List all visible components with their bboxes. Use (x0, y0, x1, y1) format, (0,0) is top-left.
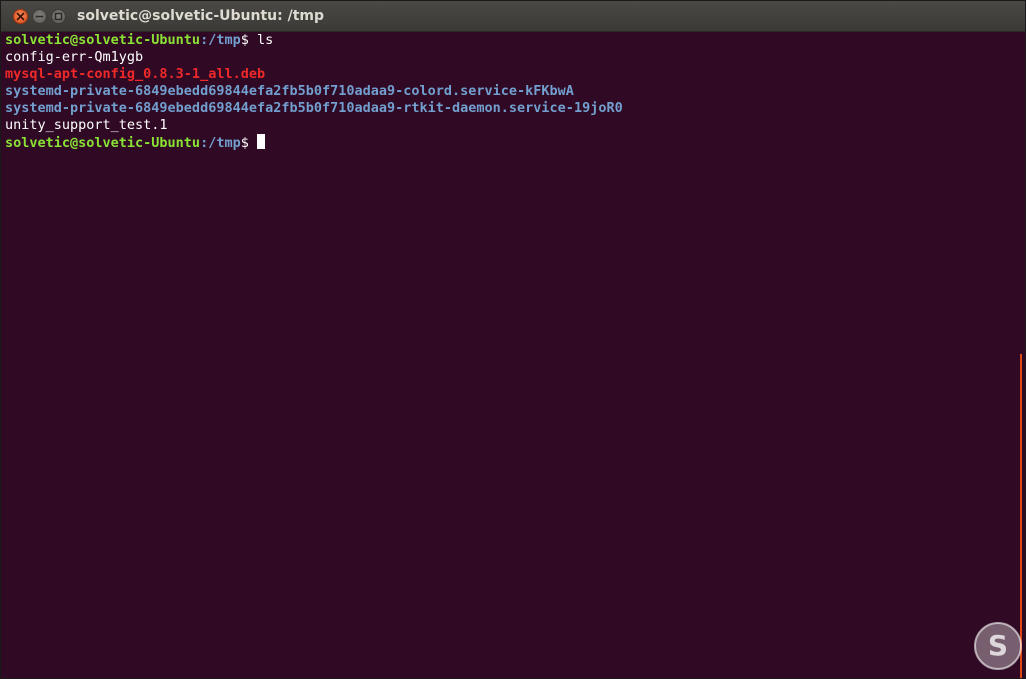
file-entry: unity_support_test.1 (5, 117, 168, 133)
prompt-user-host: solvetic@solvetic-Ubuntu (5, 135, 201, 151)
close-button[interactable] (13, 9, 28, 24)
terminal-window: solvetic@solvetic-Ubuntu: /tmp solvetic@… (0, 0, 1026, 679)
prompt-user-host: solvetic@solvetic-Ubuntu (5, 32, 201, 48)
prompt-path: :/tmp (200, 135, 241, 151)
prompt-sign: $ (240, 32, 257, 48)
file-entry-deb: mysql-apt-config_0.8.3-1_all.deb (5, 66, 266, 82)
minimize-button[interactable] (32, 9, 47, 24)
active-prompt-line[interactable]: solvetic@solvetic-Ubuntu:/tmp$ (5, 134, 1015, 151)
window-title: solvetic@solvetic-Ubuntu: /tmp (77, 8, 325, 24)
watermark-letter: S (988, 629, 1008, 662)
close-icon (16, 12, 25, 21)
terminal-output[interactable]: solvetic@solvetic-Ubuntu:/tmp$ ls config… (5, 32, 1015, 672)
text-cursor (256, 134, 265, 149)
minimize-icon (35, 15, 44, 18)
prompt-path: :/tmp (200, 32, 241, 48)
solvetic-logo-icon: S (974, 622, 1022, 670)
title-bar[interactable]: solvetic@solvetic-Ubuntu: /tmp (1, 1, 1025, 32)
maximize-icon (54, 12, 63, 21)
maximize-button[interactable] (51, 9, 66, 24)
file-entry: config-err-Qm1ygb (5, 49, 144, 65)
prompt-sign: $ (240, 135, 257, 151)
directory-entry: systemd-private-6849ebedd69844efa2fb5b0f… (5, 100, 623, 116)
directory-entry: systemd-private-6849ebedd69844efa2fb5b0f… (5, 83, 574, 99)
command-text: ls (256, 32, 274, 48)
command-line: solvetic@solvetic-Ubuntu:/tmp$ ls (5, 32, 1015, 49)
